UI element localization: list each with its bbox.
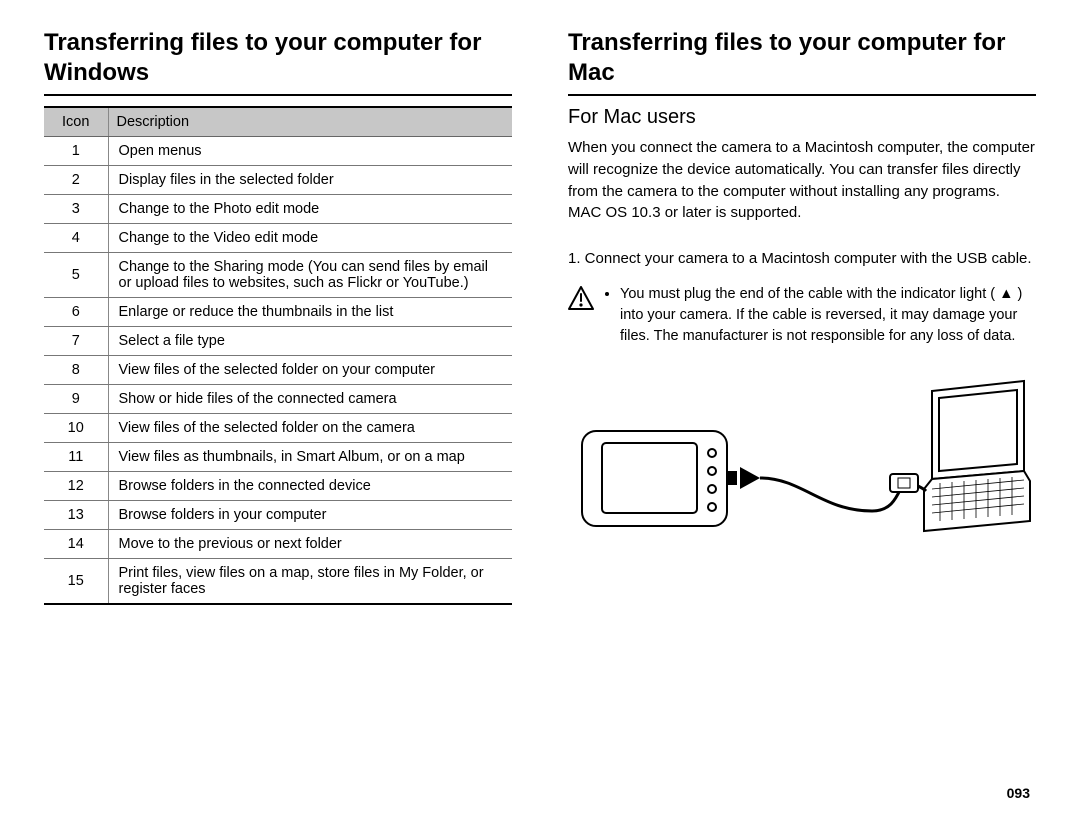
mac-column: Transferring files to your computer for … [568,28,1036,605]
table-cell-description: Browse folders in your computer [108,501,512,530]
table-cell-icon: 7 [44,327,108,356]
table-cell-description: Enlarge or reduce the thumbnails in the … [108,298,512,327]
table-row: 6Enlarge or reduce the thumbnails in the… [44,298,512,327]
table-cell-icon: 1 [44,137,108,166]
table-row: 15Print files, view files on a map, stor… [44,559,512,605]
camera-to-laptop-illustration [568,371,1036,571]
table-row: 12Browse folders in the connected device [44,472,512,501]
table-cell-icon: 10 [44,414,108,443]
table-row: 9Show or hide files of the connected cam… [44,385,512,414]
table-cell-icon: 14 [44,530,108,559]
table-cell-icon: 8 [44,356,108,385]
table-cell-icon: 12 [44,472,108,501]
step-1: 1. Connect your camera to a Macintosh co… [568,248,1036,270]
table-row: 5Change to the Sharing mode (You can sen… [44,253,512,298]
table-cell-description: Move to the previous or next folder [108,530,512,559]
table-row: 14Move to the previous or next folder [44,530,512,559]
page-number: 093 [1007,785,1030,801]
mac-intro-paragraph: When you connect the camera to a Macinto… [568,137,1036,224]
table-cell-description: View files of the selected folder on the… [108,414,512,443]
table-row: 7Select a file type [44,327,512,356]
caution-text: You must plug the end of the cable with … [620,284,1036,347]
table-row: 8View files of the selected folder on yo… [44,356,512,385]
table-row: 13Browse folders in your computer [44,501,512,530]
table-cell-description: Open menus [108,137,512,166]
windows-heading: Transferring files to your computer for … [44,28,512,88]
table-cell-description: Select a file type [108,327,512,356]
table-cell-description: Change to the Video edit mode [108,224,512,253]
icon-description-table: Icon Description 1Open menus2Display fil… [44,106,512,605]
table-row: 10View files of the selected folder on t… [44,414,512,443]
mac-heading: Transferring files to your computer for … [568,28,1036,88]
table-cell-icon: 6 [44,298,108,327]
table-header-icon: Icon [44,107,108,137]
caution-note: You must plug the end of the cable with … [568,284,1036,347]
table-cell-icon: 4 [44,224,108,253]
windows-heading-rule [44,94,512,96]
table-cell-icon: 3 [44,195,108,224]
table-cell-icon: 9 [44,385,108,414]
table-row: 3Change to the Photo edit mode [44,195,512,224]
table-cell-description: Change to the Sharing mode (You can send… [108,253,512,298]
table-cell-description: View files of the selected folder on you… [108,356,512,385]
table-row: 1Open menus [44,137,512,166]
table-cell-icon: 2 [44,166,108,195]
table-cell-icon: 13 [44,501,108,530]
mac-heading-rule [568,94,1036,96]
table-cell-description: Display files in the selected folder [108,166,512,195]
table-cell-description: Browse folders in the connected device [108,472,512,501]
table-header-description: Description [108,107,512,137]
table-cell-icon: 15 [44,559,108,605]
table-row: 11View files as thumbnails, in Smart Alb… [44,443,512,472]
table-cell-icon: 5 [44,253,108,298]
table-cell-description: Change to the Photo edit mode [108,195,512,224]
table-cell-description: Print files, view files on a map, store … [108,559,512,605]
table-cell-description: Show or hide files of the connected came… [108,385,512,414]
windows-column: Transferring files to your computer for … [44,28,512,605]
mac-subheading: For Mac users [568,106,1036,129]
warning-icon [568,286,594,310]
table-row: 4Change to the Video edit mode [44,224,512,253]
table-row: 2Display files in the selected folder [44,166,512,195]
table-cell-description: View files as thumbnails, in Smart Album… [108,443,512,472]
table-cell-icon: 11 [44,443,108,472]
